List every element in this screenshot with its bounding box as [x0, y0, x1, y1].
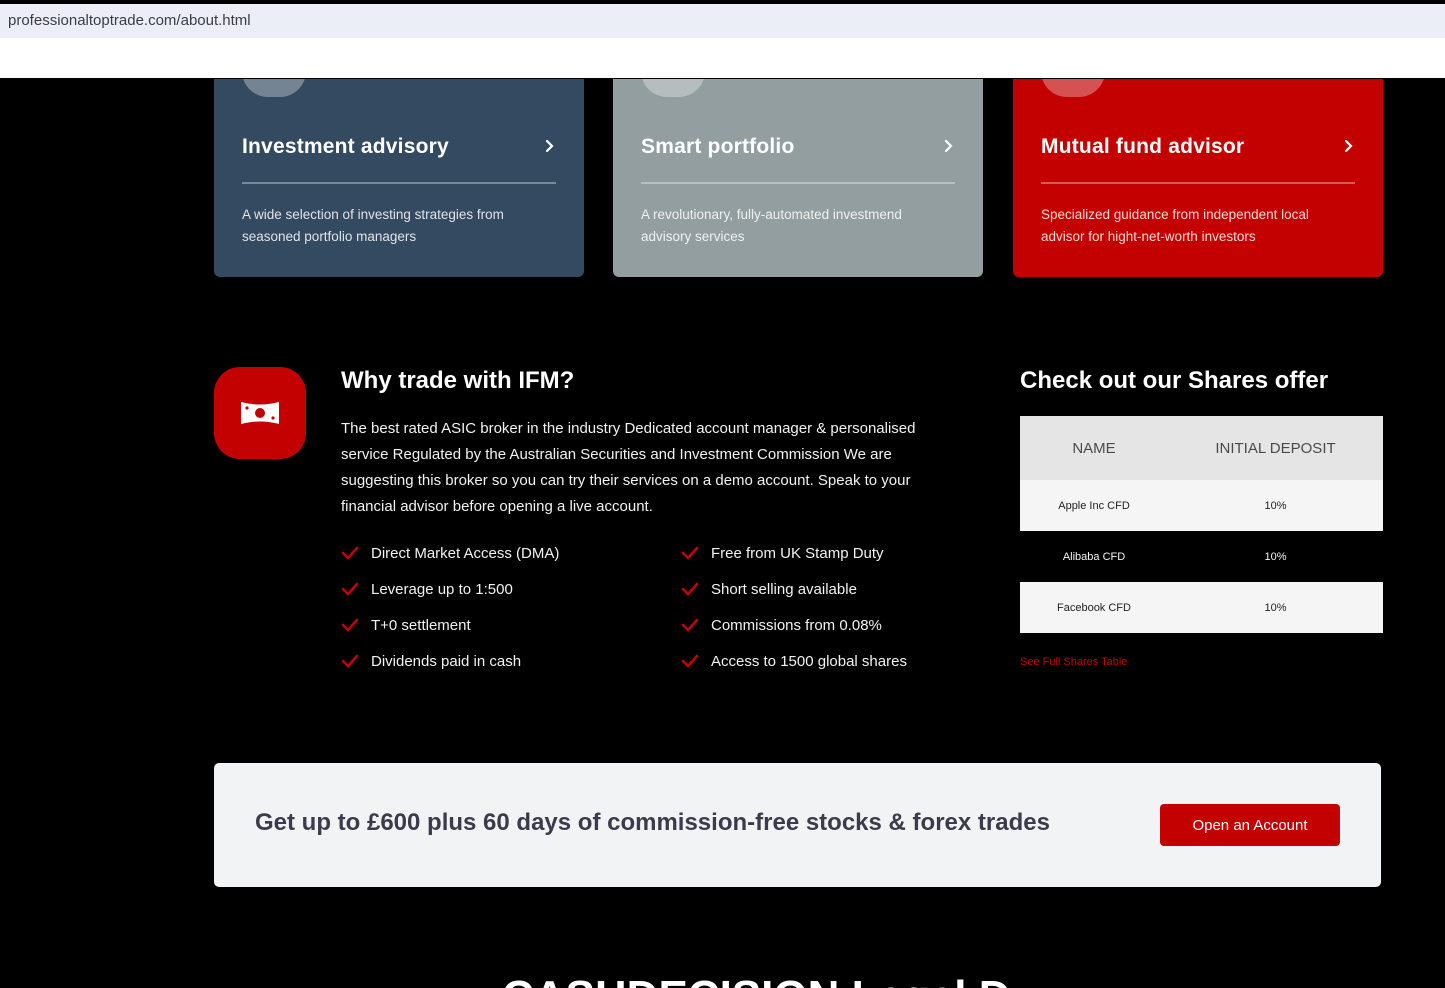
share-deposit: 10% — [1168, 582, 1383, 633]
service-card-smart-portfolio[interactable]: Smart portfolio A revolutionary, fully-a… — [613, 79, 983, 277]
feature-item: Access to 1500 global shares — [681, 648, 961, 674]
service-card-mutual-fund-advisor[interactable]: Mutual fund advisor Specialized guidance… — [1013, 79, 1383, 277]
feature-label: Short selling available — [711, 580, 857, 598]
feature-item: Commissions from 0.08% — [681, 612, 961, 638]
share-deposit: 10% — [1168, 531, 1383, 582]
feature-item: Leverage up to 1:500 — [341, 576, 681, 602]
check-icon — [681, 654, 699, 668]
promo-text: Get up to £600 plus 60 days of commissio… — [255, 809, 1050, 836]
card-description: A wide selection of investing strategies… — [242, 207, 504, 244]
feature-item: T+0 settlement — [341, 612, 681, 638]
table-row: Apple Inc CFD 10% — [1020, 480, 1383, 531]
check-icon — [341, 546, 359, 560]
open-account-button[interactable]: Open an Account — [1160, 804, 1340, 846]
feature-label: Leverage up to 1:500 — [371, 580, 513, 598]
why-title: Why trade with IFM? — [341, 367, 575, 394]
card-title: Investment advisory — [242, 135, 449, 158]
full-shares-table-link[interactable]: See Full Shares Table — [1020, 656, 1127, 668]
card-divider — [1041, 182, 1355, 184]
address-bar[interactable]: professionaltoptrade.com/about.html — [0, 4, 1445, 38]
card-title: Smart portfolio — [641, 135, 795, 158]
feature-list: Direct Market Access (DMA) Free from UK … — [341, 540, 961, 674]
header-band — [0, 38, 1445, 78]
card-icon-blob — [242, 79, 306, 97]
table-row: Alibaba CFD 10% — [1020, 531, 1383, 582]
feature-item: Free from UK Stamp Duty — [681, 540, 961, 566]
feature-label: Access to 1500 global shares — [711, 652, 907, 670]
check-icon — [681, 582, 699, 596]
share-name: Apple Inc CFD — [1020, 480, 1168, 531]
check-icon — [341, 582, 359, 596]
feature-label: Direct Market Access (DMA) — [371, 544, 560, 562]
card-icon-blob — [1041, 79, 1105, 97]
share-name: Facebook CFD — [1020, 582, 1168, 633]
feature-label: T+0 settlement — [371, 616, 471, 634]
feature-item: Direct Market Access (DMA) — [341, 540, 681, 566]
url-text: professionaltoptrade.com/about.html — [8, 12, 251, 29]
check-icon — [681, 546, 699, 560]
card-description: A revolutionary, fully-automated investm… — [641, 207, 902, 244]
table-row: Facebook CFD 10% — [1020, 582, 1383, 633]
card-divider — [641, 182, 955, 184]
column-header-name: Name — [1020, 416, 1168, 480]
chevron-right-icon[interactable] — [544, 139, 556, 153]
promo-banner: Get up to £600 plus 60 days of commissio… — [214, 763, 1381, 887]
chevron-right-icon[interactable] — [943, 139, 955, 153]
table-header-row: Name Initial Deposit — [1020, 416, 1383, 480]
share-name: Alibaba CFD — [1020, 531, 1168, 582]
shares-title: Check out our Shares offer — [1020, 367, 1329, 394]
feature-label: Free from UK Stamp Duty — [711, 544, 884, 562]
shares-table: Name Initial Deposit Apple Inc CFD 10% A… — [1020, 416, 1383, 633]
check-icon — [341, 654, 359, 668]
card-icon-blob — [641, 79, 705, 97]
feature-item: Short selling available — [681, 576, 961, 602]
check-icon — [681, 618, 699, 632]
service-card-investment-advisory[interactable]: Investment advisory A wide selection of … — [214, 79, 584, 277]
feature-label: Dividends paid in cash — [371, 652, 522, 670]
card-divider — [242, 182, 556, 184]
chevron-right-icon[interactable] — [1343, 139, 1355, 153]
section-heading: CASHDECISION Legal D — [502, 972, 1011, 988]
card-description: Specialized guidance from independent lo… — [1041, 207, 1309, 244]
share-deposit: 10% — [1168, 480, 1383, 531]
check-icon — [341, 618, 359, 632]
column-header-deposit: Initial Deposit — [1168, 416, 1383, 480]
card-title: Mutual fund advisor — [1041, 135, 1245, 158]
money-bill-icon — [241, 402, 279, 424]
feature-item: Dividends paid in cash — [341, 648, 681, 674]
money-badge — [214, 367, 306, 459]
feature-label: Commissions from 0.08% — [711, 616, 882, 634]
why-text: The best rated ASIC broker in the indust… — [341, 420, 916, 515]
